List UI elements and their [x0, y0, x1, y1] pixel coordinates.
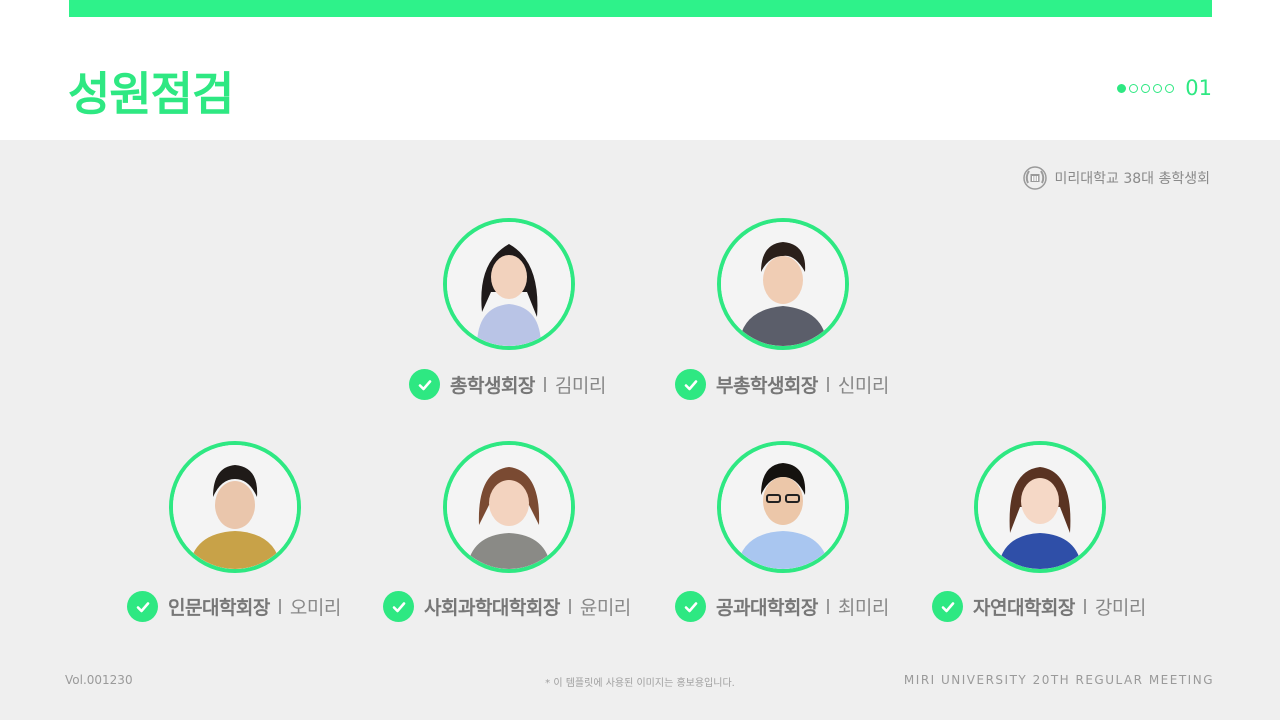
- person-photo: [443, 441, 575, 573]
- member-role: 사회과학대학회장: [424, 597, 560, 619]
- check-icon: [675, 591, 706, 622]
- check-icon: [383, 591, 414, 622]
- member-role: 자연대학회장: [973, 597, 1075, 619]
- divider: [826, 377, 829, 392]
- university-emblem-icon: [1022, 165, 1048, 191]
- check-icon: [409, 369, 440, 400]
- person-photo: [717, 441, 849, 573]
- member-name: 김미리: [554, 375, 606, 397]
- member-name: 윤미리: [579, 597, 631, 619]
- member-name: 오미리: [289, 597, 341, 619]
- divider: [568, 599, 571, 614]
- check-icon: [675, 369, 706, 400]
- pager-dot: [1153, 83, 1163, 93]
- divider: [543, 377, 546, 392]
- pager-dot: [1129, 83, 1139, 93]
- member-role: 인문대학회장: [168, 597, 270, 619]
- divider: [278, 599, 281, 614]
- pager-dot: [1141, 83, 1151, 93]
- member-role: 총학생회장: [450, 375, 535, 397]
- accent-bar: [69, 0, 1212, 17]
- member-role: 부총학생회장: [716, 375, 818, 397]
- member-label: 인문대학회장 오미리: [127, 591, 341, 622]
- organization-label: 미리대학교 38대 총학생회: [1022, 165, 1210, 191]
- member-name: 최미리: [837, 597, 889, 619]
- member-name: 신미리: [837, 375, 889, 397]
- divider: [826, 599, 829, 614]
- member-role: 공과대학회장: [716, 597, 818, 619]
- member-label: 총학생회장 김미리: [409, 369, 606, 400]
- check-icon: [932, 591, 963, 622]
- member-label: 자연대학회장 강미리: [932, 591, 1146, 622]
- page-title: 성원점검: [68, 67, 234, 121]
- member-label: 부총학생회장 신미리: [675, 369, 889, 400]
- page-number: 01: [1185, 76, 1212, 100]
- meeting-label: MIRI UNIVERSITY 20TH REGULAR MEETING: [903, 673, 1214, 687]
- organization-name: 미리대학교 38대 총학생회: [1054, 171, 1210, 187]
- person-photo: [443, 218, 575, 350]
- member-name: 강미리: [1094, 597, 1146, 619]
- pager-dot: [1165, 83, 1175, 93]
- pager-dot-active: [1117, 83, 1127, 93]
- divider: [1083, 599, 1086, 614]
- slide-pager: 01: [1117, 76, 1212, 100]
- person-photo: [974, 441, 1106, 573]
- member-label: 공과대학회장 최미리: [675, 591, 889, 622]
- person-photo: [169, 441, 301, 573]
- check-icon: [127, 591, 158, 622]
- person-photo: [717, 218, 849, 350]
- member-label: 사회과학대학회장 윤미리: [383, 591, 631, 622]
